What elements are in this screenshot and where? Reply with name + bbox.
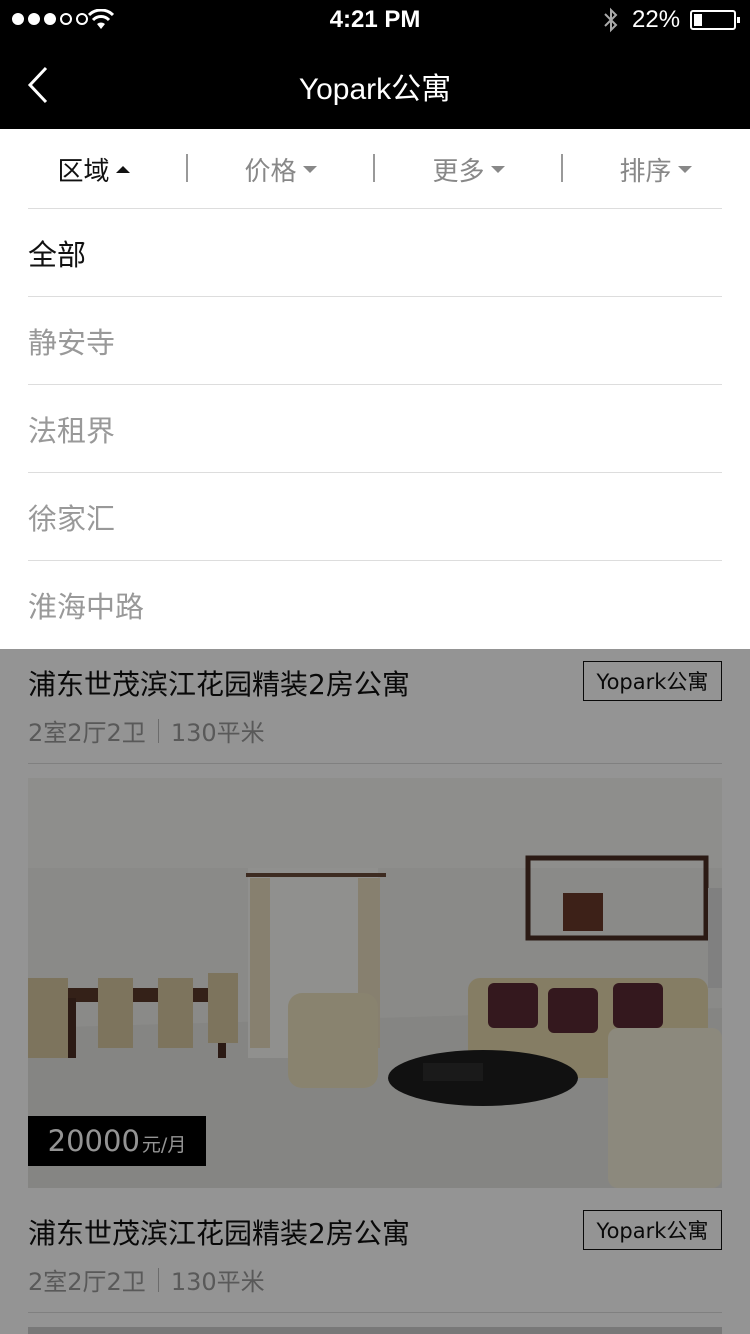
filter-tab-more[interactable]: 更多 <box>375 129 562 209</box>
filter-tab-sort[interactable]: 排序 <box>562 129 749 209</box>
navigation-bar: Yopark公寓 <box>0 40 750 129</box>
caret-down-icon <box>490 165 505 173</box>
filter-tab-region[interactable]: 区域 <box>0 129 187 209</box>
filter-tab-label: 更多 <box>432 156 485 187</box>
battery-percent: 22% <box>632 6 681 33</box>
status-bar: 4:21 PM 22% <box>0 0 750 40</box>
battery-icon <box>690 10 740 30</box>
dropdown-backdrop-overlay[interactable] <box>0 649 750 1334</box>
page-title: Yopark公寓 <box>298 73 452 106</box>
caret-up-icon <box>115 165 130 173</box>
region-option-french-concession[interactable]: 法租界 <box>28 385 722 473</box>
region-option-jingan-temple[interactable]: 静安寺 <box>28 297 722 385</box>
filter-bar: 区域 价格 更多 排序 <box>0 129 750 209</box>
filter-tab-label: 排序 <box>619 156 672 187</box>
caret-down-icon <box>677 165 692 173</box>
filter-tab-price[interactable]: 价格 <box>187 129 374 209</box>
region-option-xujiahui[interactable]: 徐家汇 <box>28 473 722 561</box>
filter-tab-label: 区域 <box>57 156 110 187</box>
filter-tab-label: 价格 <box>244 156 297 187</box>
caret-down-icon <box>302 165 317 173</box>
region-option-huaihai-road[interactable]: 淮海中路 <box>28 561 722 649</box>
region-dropdown: 全部 静安寺 法租界 徐家汇 淮海中路 <box>0 209 750 649</box>
region-option-all[interactable]: 全部 <box>28 209 722 297</box>
bluetooth-icon <box>604 7 618 33</box>
